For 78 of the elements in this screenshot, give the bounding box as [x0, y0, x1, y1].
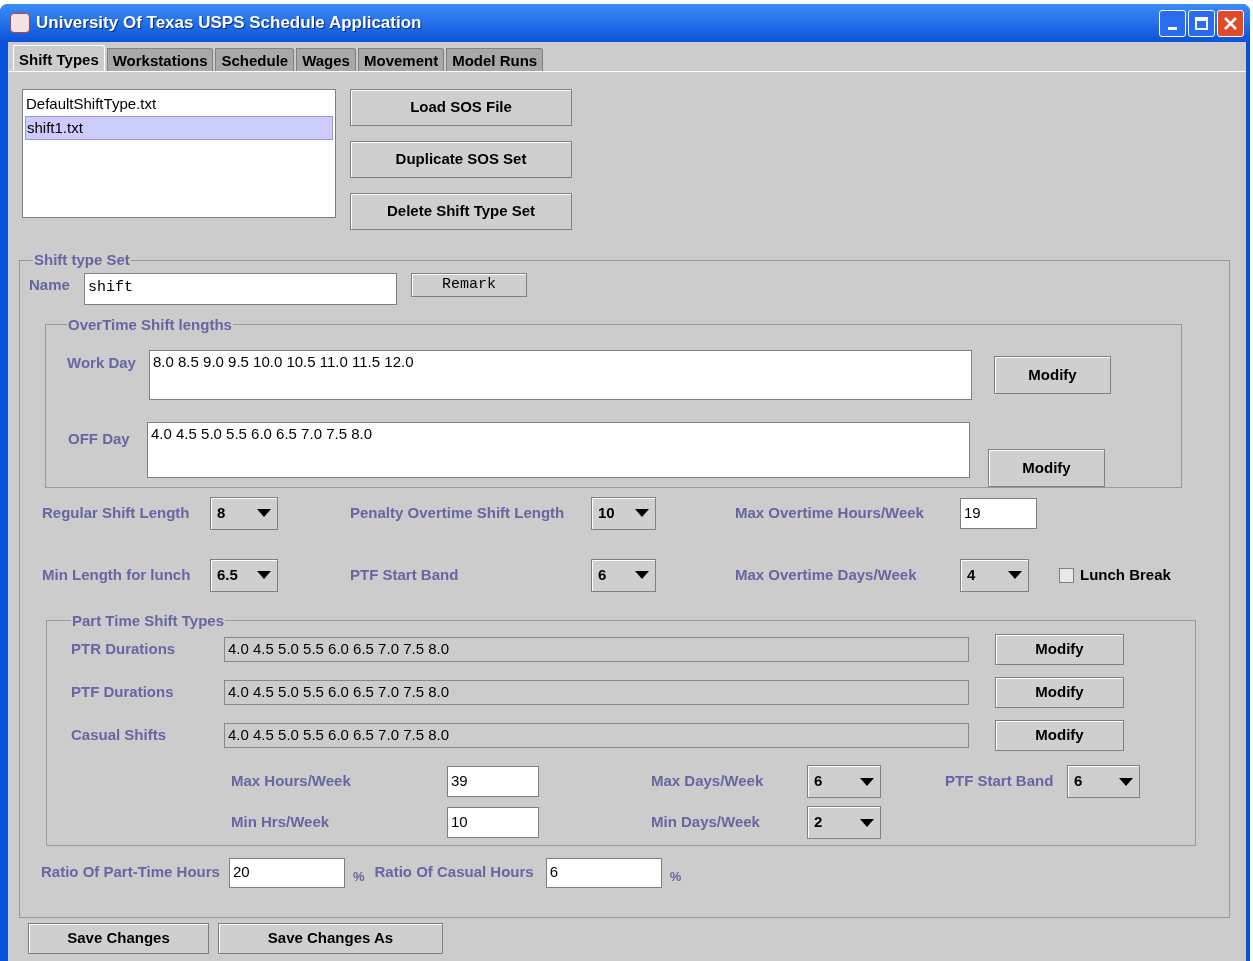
unit-label: %	[669, 867, 682, 886]
tab[interactable]: Model Runs	[446, 48, 544, 71]
field-label: PTF Start Band	[350, 564, 460, 585]
button[interactable]: Save Changes	[28, 923, 209, 954]
dropdown[interactable]: 4	[960, 558, 1029, 592]
dropdown[interactable]: 10	[591, 496, 656, 530]
input-field[interactable]: 39	[447, 766, 539, 797]
field-label: Regular Shift Length	[42, 502, 191, 523]
input-field[interactable]: 20	[228, 857, 345, 888]
field-label: PTR Durations	[71, 639, 177, 660]
button[interactable]: Load SOS File	[350, 89, 572, 126]
field-label: PTF Durations	[71, 682, 175, 703]
close-button[interactable]	[1217, 9, 1244, 37]
caret-icon	[257, 571, 271, 579]
field-label: Max Overtime Hours/Week	[735, 502, 925, 523]
unit-label: %	[352, 867, 365, 886]
input-field[interactable]: 10	[447, 807, 539, 838]
caret-icon	[635, 571, 649, 579]
tab[interactable]: Wages	[296, 48, 356, 71]
dropdown[interactable]: 2	[807, 806, 881, 839]
field-label: Name	[29, 275, 71, 296]
field-label: Max Hours/Week	[231, 771, 352, 792]
field-label: Max Overtime Days/Week	[735, 564, 918, 585]
dropdown[interactable]: 6	[1067, 765, 1140, 798]
field-label: PTF Start Band	[945, 771, 1055, 792]
caret-icon	[635, 509, 649, 517]
list-item[interactable]: DefaultShiftType.txt	[25, 92, 333, 116]
group-title: OverTime Shift lengths	[67, 314, 233, 335]
field-label: Ratio Of Part-Time Hours	[41, 862, 220, 883]
button[interactable]: Duplicate SOS Set	[350, 141, 572, 178]
modify-button[interactable]: Modify	[994, 356, 1111, 394]
close-icon	[1224, 16, 1237, 30]
caret-icon	[860, 777, 874, 786]
maximize-button[interactable]	[1188, 9, 1215, 37]
field-label: Min Length for lunch	[42, 564, 192, 585]
modify-button[interactable]: Modify	[988, 449, 1105, 487]
button[interactable]: Delete Shift Type Set	[350, 193, 572, 230]
caret-icon	[257, 509, 271, 517]
field-label: Penalty Overtime Shift Length	[350, 502, 566, 523]
minimize-button[interactable]	[1159, 9, 1186, 37]
field-label: Min Hrs/Week	[231, 812, 331, 833]
checkbox[interactable]	[1059, 567, 1074, 583]
group-title: Part Time Shift Types	[71, 610, 225, 631]
modify-button[interactable]: Modify	[995, 634, 1124, 665]
input-field[interactable]: 8.0 8.5 9.0 9.5 10.0 10.5 11.0 11.5 12.0	[149, 350, 972, 400]
tab[interactable]: Shift Types	[13, 45, 105, 71]
dropdown[interactable]: 6	[807, 765, 881, 798]
caret-icon	[1119, 777, 1133, 786]
tab[interactable]: Schedule	[215, 48, 295, 71]
app-icon	[10, 13, 30, 33]
input-field[interactable]: 4.0 4.5 5.0 5.5 6.0 6.5 7.0 7.5 8.0	[147, 422, 970, 478]
field-label: Work Day	[67, 353, 137, 373]
caret-icon	[1008, 571, 1022, 579]
field-label: Max Days/Week	[651, 771, 765, 792]
tab[interactable]: Movement	[357, 48, 445, 71]
dropdown[interactable]: 6	[591, 558, 656, 592]
modify-button[interactable]: Modify	[995, 677, 1124, 708]
field-label: Min Days/Week	[651, 812, 761, 833]
list-item[interactable]: shift1.txt	[25, 116, 333, 140]
dropdown[interactable]: 8	[210, 496, 278, 530]
field-label: Casual Shifts	[71, 725, 168, 746]
input-field[interactable]: 4.0 4.5 5.0 5.5 6.0 6.5 7.0 7.5 8.0	[224, 637, 969, 662]
window-title: University Of Texas USPS Schedule Application	[36, 12, 423, 35]
input-field[interactable]: shift	[84, 272, 397, 305]
field-label: Ratio Of Casual Hours	[374, 862, 534, 883]
button[interactable]: Save Changes As	[218, 923, 443, 954]
field-label: OFF Day	[67, 429, 131, 449]
input-field[interactable]: 6	[545, 857, 662, 888]
group-title: Shift type Set	[33, 250, 131, 270]
dropdown[interactable]: 6.5	[210, 558, 278, 592]
input-field[interactable]: 19	[960, 497, 1037, 529]
input-field[interactable]: 4.0 4.5 5.0 5.5 6.0 6.5 7.0 7.5 8.0	[224, 680, 969, 705]
input-field[interactable]: 4.0 4.5 5.0 5.5 6.0 6.5 7.0 7.5 8.0	[224, 723, 969, 748]
checkbox-label: Lunch Break	[1080, 564, 1171, 585]
tab[interactable]: Workstations	[106, 48, 214, 71]
caret-icon	[860, 818, 874, 827]
modify-button[interactable]: Modify	[995, 720, 1124, 751]
remark-button[interactable]: Remark	[411, 273, 527, 297]
